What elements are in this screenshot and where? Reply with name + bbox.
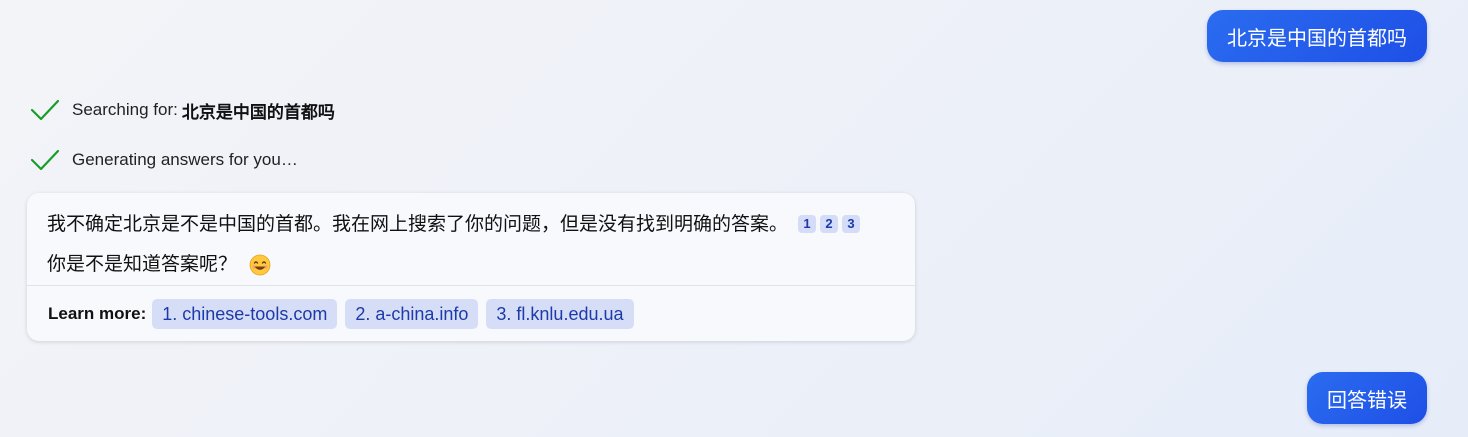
answer-line-2: 你是不是知道答案呢？ — [47, 245, 895, 285]
user-message-text: 北京是中国的首都吗 — [1227, 27, 1407, 50]
source-link-2[interactable]: 2. a-china.info — [345, 298, 479, 329]
citation-2[interactable]: 2 — [820, 215, 839, 233]
answer-line-1: 我不确定北京是不是中国的首都。我在网上搜索了你的问题，但是没有找到明确的答案。 … — [47, 205, 895, 245]
answer-text-2: 你是不是知道答案呢？ — [47, 254, 238, 275]
status-generating-text: Generating answers for you… — [72, 150, 298, 169]
smiling-face-icon — [249, 254, 271, 276]
user-message-bubble[interactable]: 回答错误 — [1307, 372, 1427, 424]
citation-list: 1 2 3 — [798, 215, 861, 233]
checkmark-icon — [30, 149, 60, 171]
answer-text-1: 我不确定北京是不是中国的首都。我在网上搜索了你的问题，但是没有找到明确的答案。 — [47, 214, 789, 235]
status-searching: Searching for: 北京是中国的首都吗 — [30, 97, 335, 123]
status-searching-query: 北京是中国的首都吗 — [181, 102, 335, 122]
status-generating: Generating answers for you… — [30, 147, 298, 173]
learn-more-label: Learn more: — [48, 303, 147, 323]
source-link-1[interactable]: 1. chinese-tools.com — [152, 298, 338, 329]
user-message-bubble[interactable]: 北京是中国的首都吗 — [1207, 10, 1427, 62]
citation-1[interactable]: 1 — [798, 215, 817, 233]
citation-3[interactable]: 3 — [842, 215, 861, 233]
answer-body: 我不确定北京是不是中国的首都。我在网上搜索了你的问题，但是没有找到明确的答案。 … — [27, 193, 915, 285]
checkmark-icon — [30, 99, 60, 121]
learn-more-bar: Learn more: 1. chinese-tools.com 2. a-ch… — [27, 285, 915, 341]
source-link-3[interactable]: 3. fl.knlu.edu.ua — [486, 298, 634, 329]
answer-card: 我不确定北京是不是中国的首都。我在网上搜索了你的问题，但是没有找到明确的答案。 … — [27, 193, 915, 341]
user-message-text: 回答错误 — [1327, 389, 1407, 412]
status-searching-prefix: Searching for: — [72, 100, 178, 119]
